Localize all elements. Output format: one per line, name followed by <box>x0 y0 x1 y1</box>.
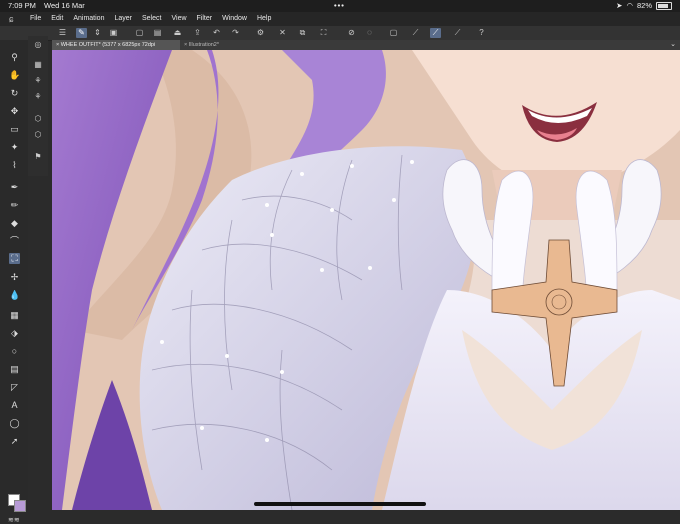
rotate-icon[interactable]: ↻ <box>9 88 20 99</box>
pen-icon[interactable]: ✒ <box>9 182 20 193</box>
sub-tool-icon[interactable]: ◎ <box>33 40 43 50</box>
crop-icon[interactable]: ⊘ <box>346 28 357 38</box>
gear-icon[interactable]: ⚙ <box>255 28 266 38</box>
multitask-dots[interactable]: ••• <box>334 0 345 12</box>
zoom-icon[interactable]: ⚲ <box>9 52 20 63</box>
snap-active-icon[interactable]: ⟋ <box>430 28 441 38</box>
snap-ruler-icon[interactable]: ⟋ <box>452 28 463 38</box>
chevron-down-icon[interactable]: ⌄ <box>670 40 676 50</box>
lasso-icon[interactable]: ◌ <box>364 28 375 38</box>
hand-icon[interactable]: ✋ <box>9 70 20 81</box>
battery-level <box>658 4 668 8</box>
export-icon[interactable]: ⇪ <box>192 28 203 38</box>
sub-color[interactable] <box>14 500 26 512</box>
pen-active-icon[interactable]: ✎ <box>76 28 87 38</box>
text-icon[interactable]: A <box>9 400 20 411</box>
ruler-icon[interactable]: ◸ <box>9 382 20 393</box>
menu-window[interactable]: Window <box>222 12 247 26</box>
invert-selection-icon[interactable]: ⧉ <box>297 28 308 38</box>
status-date: Wed 16 Mar <box>44 1 85 10</box>
layer-icon[interactable]: ▦ <box>33 60 43 70</box>
menu-icon[interactable]: ☰ <box>57 28 68 38</box>
stack-icon[interactable]: ⬡ <box>33 130 43 140</box>
canvas-area[interactable] <box>52 50 680 510</box>
deselect-icon[interactable]: ✕ <box>277 28 288 38</box>
speech-bubble-icon[interactable]: ◯ <box>9 418 20 429</box>
transparent-color-icon[interactable]: ≋≋ <box>8 516 20 524</box>
menu-filter[interactable]: Filter <box>197 12 213 26</box>
cloud-icon[interactable]: ▢ <box>388 28 399 38</box>
menu-animation[interactable]: Animation <box>73 12 104 26</box>
brush-tool-icon[interactable]: ⌒ <box>9 236 20 247</box>
home-indicator[interactable] <box>254 502 426 506</box>
document-tab-bar: × WHEE OUTFIT* (5377 x 6825px 72dpi 254.… <box>52 40 680 58</box>
new-icon[interactable]: ▢ <box>134 28 145 38</box>
tool-bar: ⚲ ✋ ↻ ✥ ▭ ✦ ⌇ ✒ ✏ ◆ ⌒ ⛶ ✢ 💧 ▦ ⬗ ○ ▤ ◸ A … <box>0 40 28 524</box>
status-bar: 7:09 PM Wed 16 Mar ••• ➤ ◠ 82% <box>0 0 680 12</box>
move-icon[interactable]: ✥ <box>9 106 20 117</box>
status-left: 7:09 PM Wed 16 Mar <box>8 0 91 12</box>
command-bar: ☰ ✎ ⇕ ▣ ▢ ▤ ⏏ ⇪ ↶ ↷ ⚙ ✕ ⧉ ⛶ ⊘ ◌ ▢ ⟋ ⟋ ⟋ … <box>0 26 680 41</box>
canvas-icon[interactable]: ▣ <box>108 28 119 38</box>
menu-items: File Edit Animation Layer Select View Fi… <box>30 12 271 26</box>
illustration <box>52 50 680 510</box>
menu-edit[interactable]: Edit <box>51 12 63 26</box>
layer-mask-icon[interactable]: ⚘ <box>33 92 43 102</box>
water-drop-icon[interactable]: 💧 <box>9 290 20 301</box>
sub-tool-strip: ◎ ▦ ⚘ ⚘ ⬡ ⬡ ⚑ <box>28 36 48 176</box>
correction-icon[interactable]: ➚ <box>9 436 20 447</box>
magic-wand-icon[interactable]: ✦ <box>9 142 20 153</box>
fill-icon[interactable]: ⛶ <box>9 253 20 264</box>
clip-studio-logo-icon[interactable]: ɕ <box>9 12 14 26</box>
eyedropper-icon[interactable]: ⌇ <box>9 160 20 171</box>
menu-bar: ɕ File Edit Animation Layer Select View … <box>0 12 680 26</box>
snap-icon[interactable]: ⟋ <box>410 28 421 38</box>
sparkle-icon[interactable]: ✢ <box>9 272 20 283</box>
save-icon[interactable]: ⏏ <box>172 28 183 38</box>
tab-illustration2[interactable]: × Illustration2* <box>180 40 258 50</box>
figure-icon[interactable]: ⬗ <box>9 328 20 339</box>
wifi-icon: ◠ <box>626 1 633 10</box>
battery-percent: 82% <box>636 1 652 10</box>
status-right: ➤ ◠ 82% <box>616 0 672 12</box>
arrows-icon[interactable]: ⇕ <box>92 28 103 38</box>
open-icon[interactable]: ▤ <box>152 28 163 38</box>
brush-icon[interactable]: ⚘ <box>33 76 43 86</box>
help-icon[interactable]: ? <box>476 28 487 38</box>
location-icon: ➤ <box>616 1 623 10</box>
flag-icon[interactable]: ⚑ <box>33 152 43 162</box>
frame-icon[interactable]: ▤ <box>9 364 20 375</box>
transform-icon[interactable]: ⛶ <box>318 28 329 38</box>
menu-view[interactable]: View <box>171 12 186 26</box>
redo-icon[interactable]: ↷ <box>230 28 241 38</box>
select-rect-icon[interactable]: ▭ <box>9 124 20 135</box>
tab-whee-outfit[interactable]: × WHEE OUTFIT* (5377 x 6825px 72dpi 254.… <box>52 40 180 58</box>
circle-icon[interactable]: ○ <box>9 346 20 357</box>
battery-icon <box>656 2 672 10</box>
pencil-icon[interactable]: ✏ <box>9 200 20 211</box>
color-swatch[interactable] <box>8 494 26 512</box>
menu-help[interactable]: Help <box>257 12 271 26</box>
undo-icon[interactable]: ↶ <box>211 28 222 38</box>
menu-select[interactable]: Select <box>142 12 161 26</box>
eraser-icon[interactable]: ◆ <box>9 218 20 229</box>
gradient-icon[interactable]: ▦ <box>9 310 20 321</box>
menu-file[interactable]: File <box>30 12 41 26</box>
cube-icon[interactable]: ⬡ <box>33 114 43 124</box>
menu-layer[interactable]: Layer <box>114 12 132 26</box>
status-time: 7:09 PM <box>8 1 36 10</box>
